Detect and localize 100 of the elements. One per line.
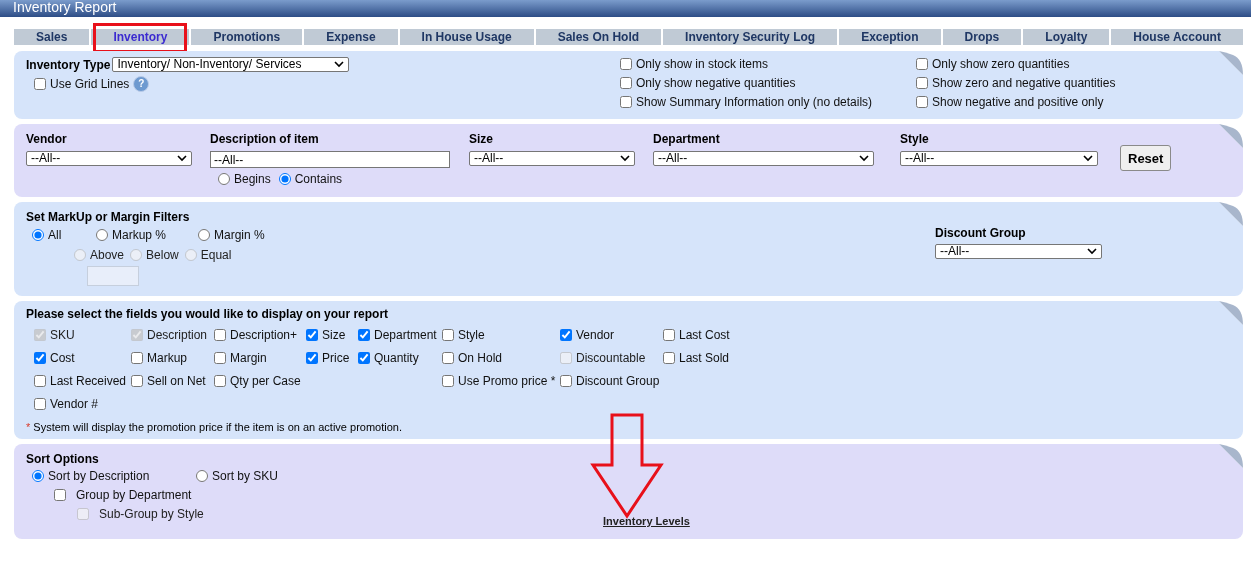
reset-button[interactable]: Reset (1120, 145, 1172, 171)
checkbox-label: Vendor (576, 328, 615, 342)
checkbox[interactable] (442, 329, 454, 341)
tab[interactable]: In House Usage (399, 29, 534, 45)
chevron-icon (1087, 248, 1097, 255)
checkbox[interactable] (54, 489, 66, 501)
radio-button[interactable] (218, 173, 230, 185)
checkbox[interactable] (560, 375, 572, 387)
checkbox[interactable] (34, 398, 46, 410)
checkbox[interactable] (620, 77, 632, 89)
percent-field[interactable] (87, 266, 139, 286)
radio-label: Above (90, 248, 125, 262)
tab[interactable]: Inventory (91, 29, 190, 45)
checkbox[interactable] (916, 58, 928, 70)
field-label: Discount Group (935, 226, 1027, 240)
radio-button[interactable] (278, 173, 291, 185)
checkbox[interactable] (306, 329, 318, 341)
checkbox-label: On Hold (458, 351, 503, 365)
checkbox-label: Markup (147, 351, 187, 365)
tab[interactable]: Expense (304, 29, 398, 45)
radio-button[interactable] (96, 229, 108, 241)
tab[interactable]: Sales On Hold (535, 29, 662, 45)
tab[interactable]: Inventory Security Log (663, 29, 838, 45)
checkbox[interactable] (214, 375, 226, 387)
radio-label: Equal (200, 248, 232, 262)
checkbox-label: Use Grid Lines (50, 77, 130, 91)
checkbox-label: Show zero and negative quantities (932, 76, 1116, 90)
checkbox[interactable] (306, 352, 318, 364)
radio-label: Sort by Description (48, 469, 150, 483)
checkbox-label: Show negative and positive only (932, 95, 1104, 109)
checkbox-label: Cost (50, 351, 75, 365)
checkbox-label: Last Cost (679, 328, 730, 342)
report-link[interactable]: Inventory Levels (603, 515, 690, 527)
radio-button[interactable] (196, 470, 208, 482)
radio-button[interactable] (32, 229, 44, 241)
checkbox-label: Use Promo price * (458, 374, 556, 388)
checkbox-label: Description+ (230, 328, 298, 342)
chevron-icon (859, 155, 869, 162)
checkbox[interactable] (34, 78, 46, 90)
checkbox[interactable] (663, 352, 675, 364)
checkbox[interactable] (916, 96, 928, 108)
dropdown[interactable]: --All-- (935, 244, 1102, 259)
section-title: Sort Options (26, 452, 100, 466)
radio-button[interactable] (32, 470, 44, 482)
checkbox[interactable] (560, 329, 572, 341)
checkbox-label: Show Summary Information only (no details) (636, 95, 873, 109)
checkbox-label: SKU (50, 328, 75, 342)
checkbox-label: Sell on Net (147, 374, 206, 388)
tab[interactable]: Loyalty (1023, 29, 1110, 45)
checkbox[interactable] (34, 375, 46, 387)
checkbox-label: Qty per Case (230, 374, 301, 388)
checkbox[interactable] (442, 352, 454, 364)
checkbox[interactable] (358, 329, 370, 341)
tab[interactable]: Promotions (191, 29, 303, 45)
radio-button[interactable] (198, 229, 210, 241)
page-curl-icon (1219, 444, 1243, 468)
field-label: Description of item (210, 132, 320, 146)
radio-label: Begins (234, 172, 271, 186)
footnote: System will display the promotion price if the item is on an active promotion. (33, 421, 402, 433)
field-label: Department (653, 132, 721, 146)
checkbox[interactable] (34, 352, 46, 364)
checkbox-label: Margin (230, 351, 267, 365)
checkbox-label: Group by Department (76, 488, 192, 502)
checkbox-label: Sub-Group by Style (99, 507, 204, 521)
checkbox-label: Style (458, 328, 485, 342)
checkbox-label: Department (374, 328, 437, 342)
checkbox[interactable] (131, 352, 143, 364)
radio-label: Below (146, 248, 179, 262)
radio-label: Sort by SKU (212, 469, 279, 483)
tab[interactable]: Exception (839, 29, 941, 45)
dropdown[interactable]: --All-- (653, 151, 874, 166)
section-title: Set MarkUp or Margin Filters (26, 210, 190, 224)
checkbox[interactable] (214, 329, 226, 341)
checkbox[interactable] (620, 58, 632, 70)
checkbox[interactable] (663, 329, 675, 341)
checkbox-label: Discount Group (576, 374, 660, 388)
checkbox[interactable] (442, 375, 454, 387)
field-label: Style (900, 132, 930, 146)
checkbox[interactable] (358, 352, 370, 364)
field-label: Size (469, 132, 494, 146)
tab[interactable]: Drops (942, 29, 1022, 45)
text-field[interactable]: --All-- (210, 151, 450, 168)
dropdown[interactable]: --All-- (26, 151, 192, 166)
field-label: Inventory Type (26, 57, 111, 72)
tab[interactable]: Sales (14, 29, 90, 45)
checkbox[interactable] (131, 375, 143, 387)
dropdown[interactable]: --All-- (900, 151, 1098, 166)
checkbox-label: Quantity (374, 351, 419, 365)
dropdown[interactable]: Inventory/ Non-Inventory/ Services (112, 57, 350, 72)
radio-label: Markup % (112, 228, 167, 242)
chevron-icon (620, 155, 630, 162)
dropdown[interactable]: --All-- (469, 151, 635, 166)
checkbox-label: Discountable (576, 351, 646, 365)
checkbox[interactable] (620, 96, 632, 108)
page-curl-icon (1219, 301, 1243, 325)
checkbox[interactable] (916, 77, 928, 89)
checkbox-label: Vendor # (50, 397, 99, 411)
radio-label: Contains (294, 172, 343, 186)
tab[interactable]: House Account (1111, 29, 1243, 45)
checkbox[interactable] (214, 352, 226, 364)
